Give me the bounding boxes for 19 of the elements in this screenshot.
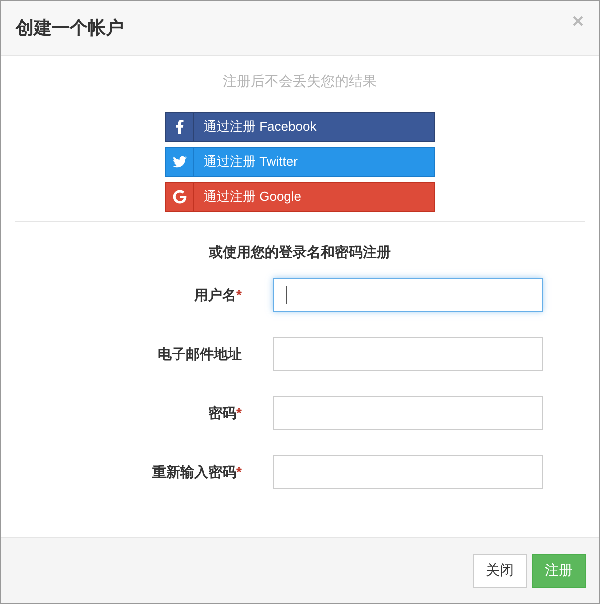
register-button[interactable]: 注册 bbox=[532, 554, 586, 588]
social-signup-button[interactable]: 通过注册 Twitter bbox=[165, 147, 435, 177]
social-signup-button[interactable]: 通过注册 Facebook bbox=[165, 112, 435, 142]
field-label: 电子邮件地址 bbox=[157, 344, 243, 364]
input-field[interactable] bbox=[273, 278, 543, 312]
form-heading: 或使用您的登录名和密码注册 bbox=[209, 243, 391, 262]
close-dialog-button[interactable]: 关闭 bbox=[473, 554, 527, 588]
google-icon bbox=[172, 190, 186, 204]
dialog-title: 创建一个帐户 bbox=[16, 16, 124, 40]
input-field[interactable] bbox=[273, 396, 543, 430]
input-field[interactable] bbox=[273, 455, 543, 489]
input-field[interactable] bbox=[273, 337, 543, 371]
social-signup-button[interactable]: 通过注册 Google bbox=[165, 182, 435, 212]
field-label: 用户名* bbox=[193, 286, 243, 304]
field-label: 密码* bbox=[208, 404, 243, 422]
field-label: 重新输入密码* bbox=[152, 462, 243, 482]
subtitle: 注册后不会丢失您的结果 bbox=[223, 72, 377, 91]
twitter-icon bbox=[172, 155, 186, 169]
text-cursor bbox=[286, 286, 287, 304]
